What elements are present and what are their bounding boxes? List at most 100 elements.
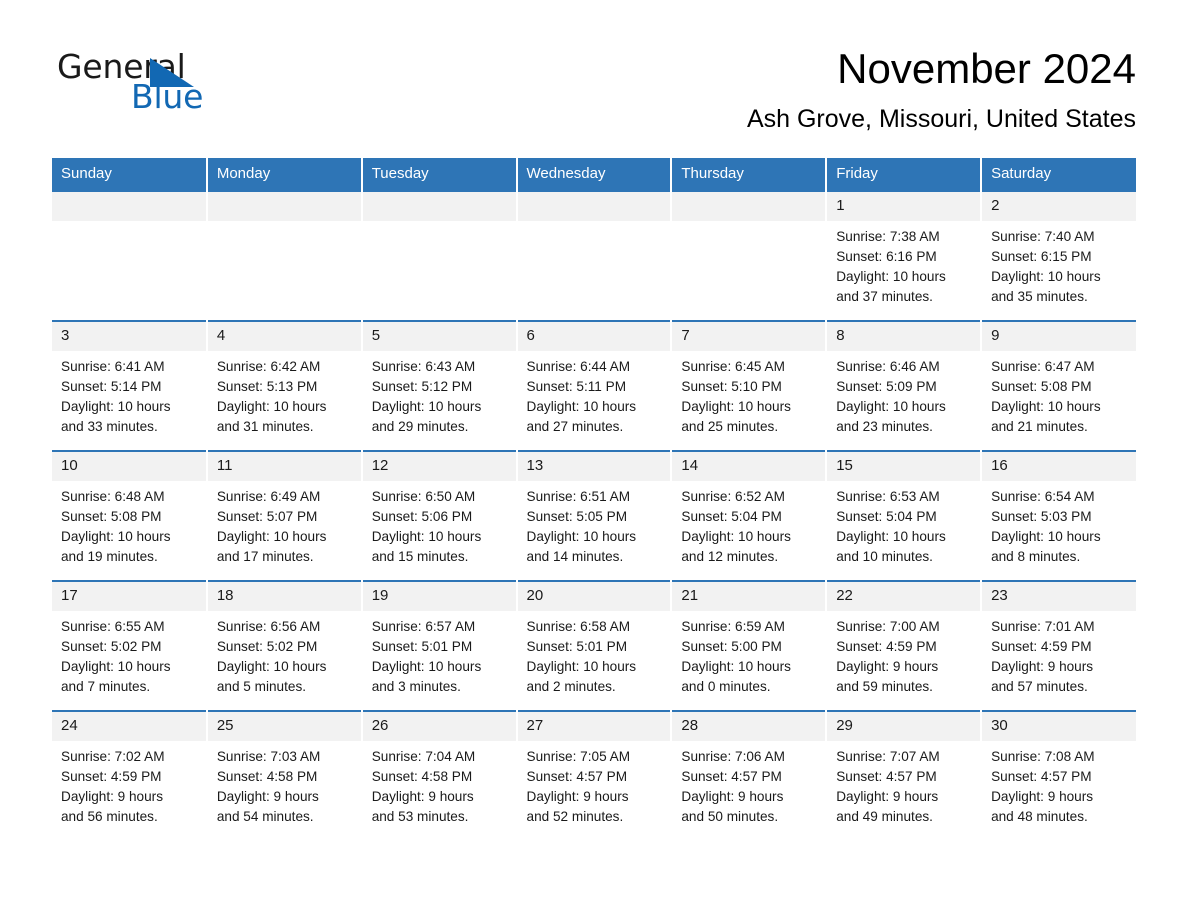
calendar-day-cell[interactable]: 23 Sunrise: 7:01 AM Sunset: 4:59 PM Dayligh…	[981, 580, 1136, 711]
sunset-time: Sunset: 4:57 PM	[836, 769, 937, 784]
calendar-day-cell[interactable]: 9 Sunrise: 6:47 AM Sunset: 5:08 PM Daylight…	[981, 320, 1136, 451]
calendar-day-cell[interactable]: 20 Sunrise: 6:58 AM Sunset: 5:01 PM Dayligh…	[516, 580, 673, 711]
daylight-duration-line1: Daylight: 10 hours	[216, 659, 327, 674]
calendar-day-cell[interactable]: 10 Sunrise: 6:48 AM Sunset: 5:08 PM Dayligh…	[52, 450, 208, 581]
daylight-duration-line2: and 2 minutes.	[526, 679, 616, 694]
calendar-day-cell[interactable]: 21 Sunrise: 6:59 AM Sunset: 5:00 PM Dayligh…	[671, 580, 828, 711]
calendar-day-cell[interactable]: 5 Sunrise: 6:43 AM Sunset: 5:12 PM Daylight…	[361, 320, 518, 451]
day-info: Sunrise: 7:38 AM Sunset: 6:16 PM Daylight:…	[827, 221, 980, 307]
daylight-duration-line2: and 25 minutes.	[681, 419, 779, 434]
calendar-day-cell[interactable]: 19 Sunrise: 6:57 AM Sunset: 5:01 PM Dayligh…	[361, 580, 518, 711]
day-info: Sunrise: 6:55 AM Sunset: 5:02 PM Daylight:…	[52, 611, 206, 697]
calendar-day-cell[interactable]: 3 Sunrise: 6:41 AM Sunset: 5:14 PM Daylight…	[52, 320, 208, 451]
calendar-day-cell[interactable]: 12 Sunrise: 6:50 AM Sunset: 5:06 PM Dayligh…	[361, 450, 518, 581]
day-number: 15	[827, 452, 981, 481]
calendar-day-cell[interactable]: 6 Sunrise: 6:44 AM Sunset: 5:11 PM Daylight…	[516, 320, 673, 451]
daylight-duration-line1: Daylight: 10 hours	[216, 399, 327, 414]
weekday-header-wednesday: Wednesday	[516, 158, 673, 191]
sunset-time: Sunset: 4:57 PM	[991, 769, 1092, 784]
daylight-duration-line1: Daylight: 10 hours	[681, 659, 791, 674]
daylight-duration-line1: Daylight: 10 hours	[371, 529, 482, 544]
day-number: 12	[362, 452, 516, 481]
daylight-duration-line2: and 37 minutes.	[836, 289, 933, 304]
sunrise-time: Sunrise: 7:05 AM	[526, 749, 631, 764]
weekday-header-thursday: Thursday	[671, 158, 828, 191]
sunrise-time: Sunrise: 7:06 AM	[681, 749, 785, 764]
title-block: November 2024 Ash Grove, Missouri, Unite…	[747, 44, 1136, 134]
day-cell-inner: 18 Sunrise: 6:56 AM Sunset: 5:02 PM Dayligh…	[207, 582, 361, 710]
day-number: 17	[52, 582, 206, 611]
day-info: Sunrise: 6:41 AM Sunset: 5:14 PM Daylight:…	[52, 351, 206, 437]
daylight-duration-line2: and 0 minutes.	[681, 679, 771, 694]
sunrise-time: Sunrise: 6:58 AM	[526, 619, 631, 634]
daylight-duration-line1: Daylight: 9 hours	[991, 659, 1094, 674]
calendar-day-cell[interactable]: 24 Sunrise: 7:02 AM Sunset: 4:59 PM Dayligh…	[52, 710, 208, 840]
day-cell-inner: 16 Sunrise: 6:54 AM Sunset: 5:03 PM Dayligh…	[982, 452, 1136, 580]
day-cell-inner	[517, 192, 671, 320]
sunset-time: Sunset: 5:00 PM	[681, 639, 782, 654]
calendar-day-cell[interactable]: 18 Sunrise: 6:56 AM Sunset: 5:02 PM Dayligh…	[206, 580, 363, 711]
calendar-day-cell[interactable]: 15 Sunrise: 6:53 AM Sunset: 5:04 PM Dayligh…	[826, 450, 983, 581]
sunrise-time: Sunrise: 6:56 AM	[216, 619, 321, 634]
sunset-time: Sunset: 4:58 PM	[371, 769, 473, 784]
calendar-page: General Blue November 2024 Ash Grove, Mi…	[0, 0, 1188, 918]
daylight-duration-line1: Daylight: 10 hours	[216, 529, 327, 544]
day-cell-inner: 3 Sunrise: 6:41 AM Sunset: 5:14 PM Daylight…	[52, 322, 206, 450]
day-info: Sunrise: 6:59 AM Sunset: 5:00 PM Daylight:…	[672, 611, 825, 697]
calendar-day-cell[interactable]: 22 Sunrise: 7:00 AM Sunset: 4:59 PM Dayligh…	[826, 580, 983, 711]
calendar-day-cell[interactable]: 27 Sunrise: 7:05 AM Sunset: 4:57 PM Dayligh…	[516, 710, 673, 840]
day-cell-inner: 14 Sunrise: 6:52 AM Sunset: 5:04 PM Dayligh…	[672, 452, 826, 580]
sunrise-time: Sunrise: 7:04 AM	[371, 749, 476, 764]
day-number: 29	[827, 712, 981, 741]
day-cell-inner: 28 Sunrise: 7:06 AM Sunset: 4:57 PM Dayligh…	[672, 712, 826, 840]
calendar-day-cell[interactable]: 28 Sunrise: 7:06 AM Sunset: 4:57 PM Dayligh…	[671, 710, 828, 840]
calendar-day-cell[interactable]: 11 Sunrise: 6:49 AM Sunset: 5:07 PM Dayligh…	[206, 450, 363, 581]
calendar-day-cell[interactable]: 25 Sunrise: 7:03 AM Sunset: 4:58 PM Dayligh…	[206, 710, 363, 840]
day-info: Sunrise: 6:47 AM Sunset: 5:08 PM Daylight:…	[982, 351, 1136, 437]
calendar-week-row: 24 Sunrise: 7:02 AM Sunset: 4:59 PM Dayligh…	[52, 710, 1136, 840]
general-blue-logo[interactable]: General Blue	[57, 48, 317, 116]
sunrise-time: Sunrise: 6:53 AM	[836, 489, 940, 504]
calendar-week-row: 10 Sunrise: 6:48 AM Sunset: 5:08 PM Dayligh…	[52, 450, 1136, 581]
calendar-day-cell[interactable]: 17 Sunrise: 6:55 AM Sunset: 5:02 PM Dayligh…	[52, 580, 208, 711]
sunrise-sunset-calendar-table: Sunday Monday Tuesday Wednesday Thursday…	[52, 158, 1136, 840]
day-cell-inner: 22 Sunrise: 7:00 AM Sunset: 4:59 PM Dayligh…	[827, 582, 981, 710]
calendar-day-cell[interactable]: 29 Sunrise: 7:07 AM Sunset: 4:57 PM Dayligh…	[826, 710, 983, 840]
daylight-duration-line2: and 49 minutes.	[836, 809, 933, 824]
calendar-day-cell[interactable]: 14 Sunrise: 6:52 AM Sunset: 5:04 PM Dayligh…	[671, 450, 828, 581]
daylight-duration-line1: Daylight: 10 hours	[836, 529, 946, 544]
day-info: Sunrise: 7:00 AM Sunset: 4:59 PM Daylight:…	[827, 611, 980, 697]
calendar-day-cell[interactable]: 1 Sunrise: 7:38 AM Sunset: 6:16 PM Daylight…	[826, 190, 983, 321]
day-number: 9	[982, 322, 1136, 351]
calendar-day-cell[interactable]: 13 Sunrise: 6:51 AM Sunset: 5:05 PM Dayligh…	[516, 450, 673, 581]
day-cell-inner	[672, 192, 826, 320]
sunrise-time: Sunrise: 6:51 AM	[526, 489, 631, 504]
calendar-header-row: Sunday Monday Tuesday Wednesday Thursday…	[52, 158, 1136, 191]
day-number: 5	[362, 322, 516, 351]
calendar-day-cell[interactable]: 4 Sunrise: 6:42 AM Sunset: 5:13 PM Daylight…	[206, 320, 363, 451]
day-info: Sunrise: 7:02 AM Sunset: 4:59 PM Daylight:…	[52, 741, 206, 827]
daylight-duration-line1: Daylight: 9 hours	[216, 789, 319, 804]
day-number: 16	[982, 452, 1136, 481]
daylight-duration-line1: Daylight: 9 hours	[681, 789, 784, 804]
day-info: Sunrise: 7:05 AM Sunset: 4:57 PM Daylight:…	[518, 741, 671, 827]
calendar-day-cell[interactable]: 16 Sunrise: 6:54 AM Sunset: 5:03 PM Dayligh…	[981, 450, 1136, 581]
day-cell-inner: 24 Sunrise: 7:02 AM Sunset: 4:59 PM Dayligh…	[52, 712, 206, 840]
daylight-duration-line2: and 52 minutes.	[526, 809, 624, 824]
daylight-duration-line2: and 14 minutes.	[526, 549, 624, 564]
calendar-day-cell-empty	[671, 190, 828, 321]
calendar-day-cell[interactable]: 26 Sunrise: 7:04 AM Sunset: 4:58 PM Dayligh…	[361, 710, 518, 840]
day-info: Sunrise: 6:46 AM Sunset: 5:09 PM Daylight:…	[827, 351, 980, 437]
calendar-day-cell[interactable]: 30 Sunrise: 7:08 AM Sunset: 4:57 PM Dayligh…	[981, 710, 1136, 840]
weekday-header-tuesday: Tuesday	[361, 158, 518, 191]
sunrise-time: Sunrise: 6:48 AM	[61, 489, 165, 504]
day-cell-inner: 13 Sunrise: 6:51 AM Sunset: 5:05 PM Dayligh…	[517, 452, 671, 580]
day-cell-inner: 23 Sunrise: 7:01 AM Sunset: 4:59 PM Dayligh…	[982, 582, 1136, 710]
calendar-week-row: 1 Sunrise: 7:38 AM Sunset: 6:16 PM Daylight…	[52, 190, 1136, 321]
calendar-day-cell[interactable]: 7 Sunrise: 6:45 AM Sunset: 5:10 PM Daylight…	[671, 320, 828, 451]
weekday-header-saturday: Saturday	[981, 158, 1136, 191]
calendar-day-cell[interactable]: 2 Sunrise: 7:40 AM Sunset: 6:15 PM Daylight…	[981, 190, 1136, 321]
day-number: 30	[982, 712, 1136, 741]
calendar-day-cell[interactable]: 8 Sunrise: 6:46 AM Sunset: 5:09 PM Daylight…	[826, 320, 983, 451]
daylight-duration-line1: Daylight: 10 hours	[526, 659, 637, 674]
